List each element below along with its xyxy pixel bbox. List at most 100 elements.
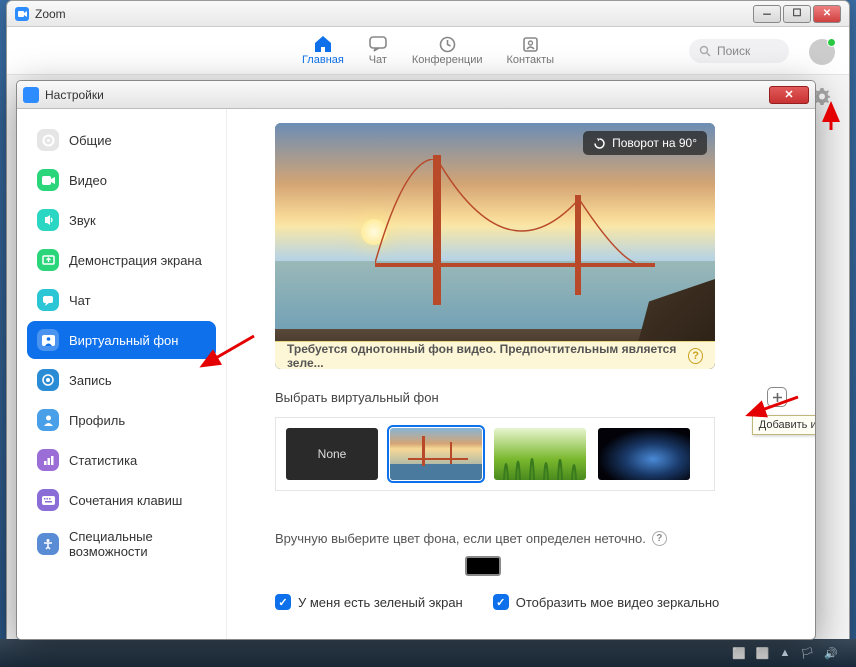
sidebar-item-accessibility[interactable]: Специальные возможности (27, 521, 216, 567)
sidebar-item-recording[interactable]: Запись (27, 361, 216, 399)
search-icon (699, 45, 711, 57)
tray-icon[interactable]: ▲ (779, 647, 790, 659)
accessibility-icon (37, 533, 59, 555)
mirror-video-checkbox[interactable]: ✓ Отобразить мое видео зеркально (493, 594, 720, 610)
sidebar-item-general[interactable]: Общие (27, 121, 216, 159)
tray-icon[interactable]: ⬜ (756, 647, 770, 660)
settings-title-text: Настройки (45, 88, 769, 102)
zoom-app-icon (15, 7, 29, 21)
nav-tab-label: Конференции (412, 54, 483, 66)
settings-close-button[interactable]: ✕ (769, 86, 809, 104)
check-label: Отобразить мое видео зеркально (516, 595, 720, 610)
clock-icon (437, 35, 457, 53)
sidebar-label: Виртуальный фон (69, 333, 178, 348)
sidebar-item-shortcuts[interactable]: Сочетания клавиш (27, 481, 216, 519)
contacts-icon (520, 35, 540, 53)
status-dot-icon (827, 38, 836, 47)
sidebar-label: Видео (69, 173, 107, 188)
help-icon[interactable]: ? (652, 531, 667, 546)
recording-icon (37, 369, 59, 391)
checkbox-checked-icon: ✓ (275, 594, 291, 610)
tray-icon[interactable]: ⬜ (732, 647, 746, 660)
nav-tab-label: Чат (369, 54, 387, 66)
tray-flag-icon[interactable]: 🏳 (800, 647, 814, 660)
nav-tab-home[interactable]: Главная (302, 35, 344, 66)
add-image-button[interactable] (767, 387, 787, 407)
virtual-bg-icon (37, 329, 59, 351)
maximize-button[interactable]: ☐ (783, 5, 811, 23)
settings-content: Поворот на 90° Требуется однотонный фон … (227, 109, 815, 639)
plus-icon (772, 392, 783, 403)
main-titlebar[interactable]: Zoom － ☐ ✕ (7, 1, 849, 27)
video-preview: Поворот на 90° Требуется однотонный фон … (275, 123, 715, 369)
choose-bg-label: Выбрать виртуальный фон (275, 390, 439, 405)
manual-label: Вручную выберите цвет фона, если цвет оп… (275, 531, 646, 546)
none-label: None (318, 447, 347, 461)
share-screen-icon (37, 249, 59, 271)
green-screen-checkbox[interactable]: ✓ У меня есть зеленый экран (275, 594, 463, 610)
rotate-90-button[interactable]: Поворот на 90° (583, 131, 707, 155)
rotate-label: Поворот на 90° (612, 136, 697, 150)
sidebar-item-audio[interactable]: Звук (27, 201, 216, 239)
bg-thumbnails: None (275, 417, 715, 491)
user-avatar[interactable] (809, 39, 835, 65)
video-icon (37, 169, 59, 191)
add-image-tooltip: Добавить изображение (752, 415, 815, 435)
profile-icon (37, 409, 59, 431)
bg-thumb-earth[interactable] (598, 428, 690, 480)
sidebar-label: Профиль (69, 413, 125, 428)
settings-window: Настройки ✕ Общие Видео Звук Демонстраци… (16, 80, 816, 640)
main-window-title: Zoom (35, 7, 751, 21)
bridge-cables (375, 159, 635, 269)
chat-settings-icon (37, 289, 59, 311)
audio-icon (37, 209, 59, 231)
search-placeholder: Поиск (717, 44, 750, 58)
sidebar-item-profile[interactable]: Профиль (27, 401, 216, 439)
bg-thumb-bridge[interactable] (390, 428, 482, 480)
sidebar-item-virtual-bg[interactable]: Виртуальный фон (27, 321, 216, 359)
general-icon (37, 129, 59, 151)
sidebar-label: Специальные возможности (69, 529, 206, 559)
warning-text: Требуется однотонный фон видео. Предпочт… (287, 342, 680, 370)
settings-app-icon (23, 87, 39, 103)
sidebar-label: Запись (69, 373, 112, 388)
nav-tab-label: Главная (302, 54, 344, 66)
home-icon (313, 35, 333, 53)
nav-tab-meetings[interactable]: Конференции (412, 35, 483, 66)
sidebar-label: Чат (69, 293, 91, 308)
search-input[interactable]: Поиск (689, 39, 789, 63)
choose-bg-section: Выбрать виртуальный фон (275, 387, 787, 407)
color-picker-swatch[interactable] (465, 556, 501, 576)
warning-bar: Требуется однотонный фон видео. Предпочт… (275, 341, 715, 369)
sidebar-item-share[interactable]: Демонстрация экрана (27, 241, 216, 279)
system-tray[interactable]: ⬜ ⬜ ▲ 🏳 🔊 (732, 647, 848, 660)
sidebar-item-stats[interactable]: Статистика (27, 441, 216, 479)
keyboard-icon (37, 489, 59, 511)
bg-thumb-grass[interactable] (494, 428, 586, 480)
sidebar-label: Звук (69, 213, 96, 228)
check-label: У меня есть зеленый экран (298, 595, 463, 610)
sidebar-label: Демонстрация экрана (69, 253, 202, 268)
top-nav: Главная Чат Конференции Контакты Поиск (7, 27, 849, 75)
nav-tab-label: Контакты (507, 54, 555, 66)
windows-taskbar[interactable]: ⬜ ⬜ ▲ 🏳 🔊 (0, 639, 856, 667)
settings-titlebar[interactable]: Настройки ✕ (17, 81, 815, 109)
minimize-button[interactable]: － (753, 5, 781, 23)
close-button[interactable]: ✕ (813, 5, 841, 23)
help-icon[interactable]: ? (688, 348, 703, 364)
sidebar-item-chat[interactable]: Чат (27, 281, 216, 319)
tray-volume-icon[interactable]: 🔊 (824, 647, 838, 660)
sidebar-item-video[interactable]: Видео (27, 161, 216, 199)
sidebar-label: Статистика (69, 453, 137, 468)
rotate-icon (593, 137, 606, 150)
nav-tab-contacts[interactable]: Контакты (507, 35, 555, 66)
settings-sidebar: Общие Видео Звук Демонстрация экрана Чат… (17, 109, 227, 639)
manual-color-row: Вручную выберите цвет фона, если цвет оп… (275, 531, 787, 546)
sidebar-label: Сочетания клавиш (69, 493, 182, 508)
stats-icon (37, 449, 59, 471)
sidebar-label: Общие (69, 133, 112, 148)
chat-icon (368, 35, 388, 53)
bg-thumb-none[interactable]: None (286, 428, 378, 480)
nav-tab-chat[interactable]: Чат (368, 35, 388, 66)
checkbox-checked-icon: ✓ (493, 594, 509, 610)
